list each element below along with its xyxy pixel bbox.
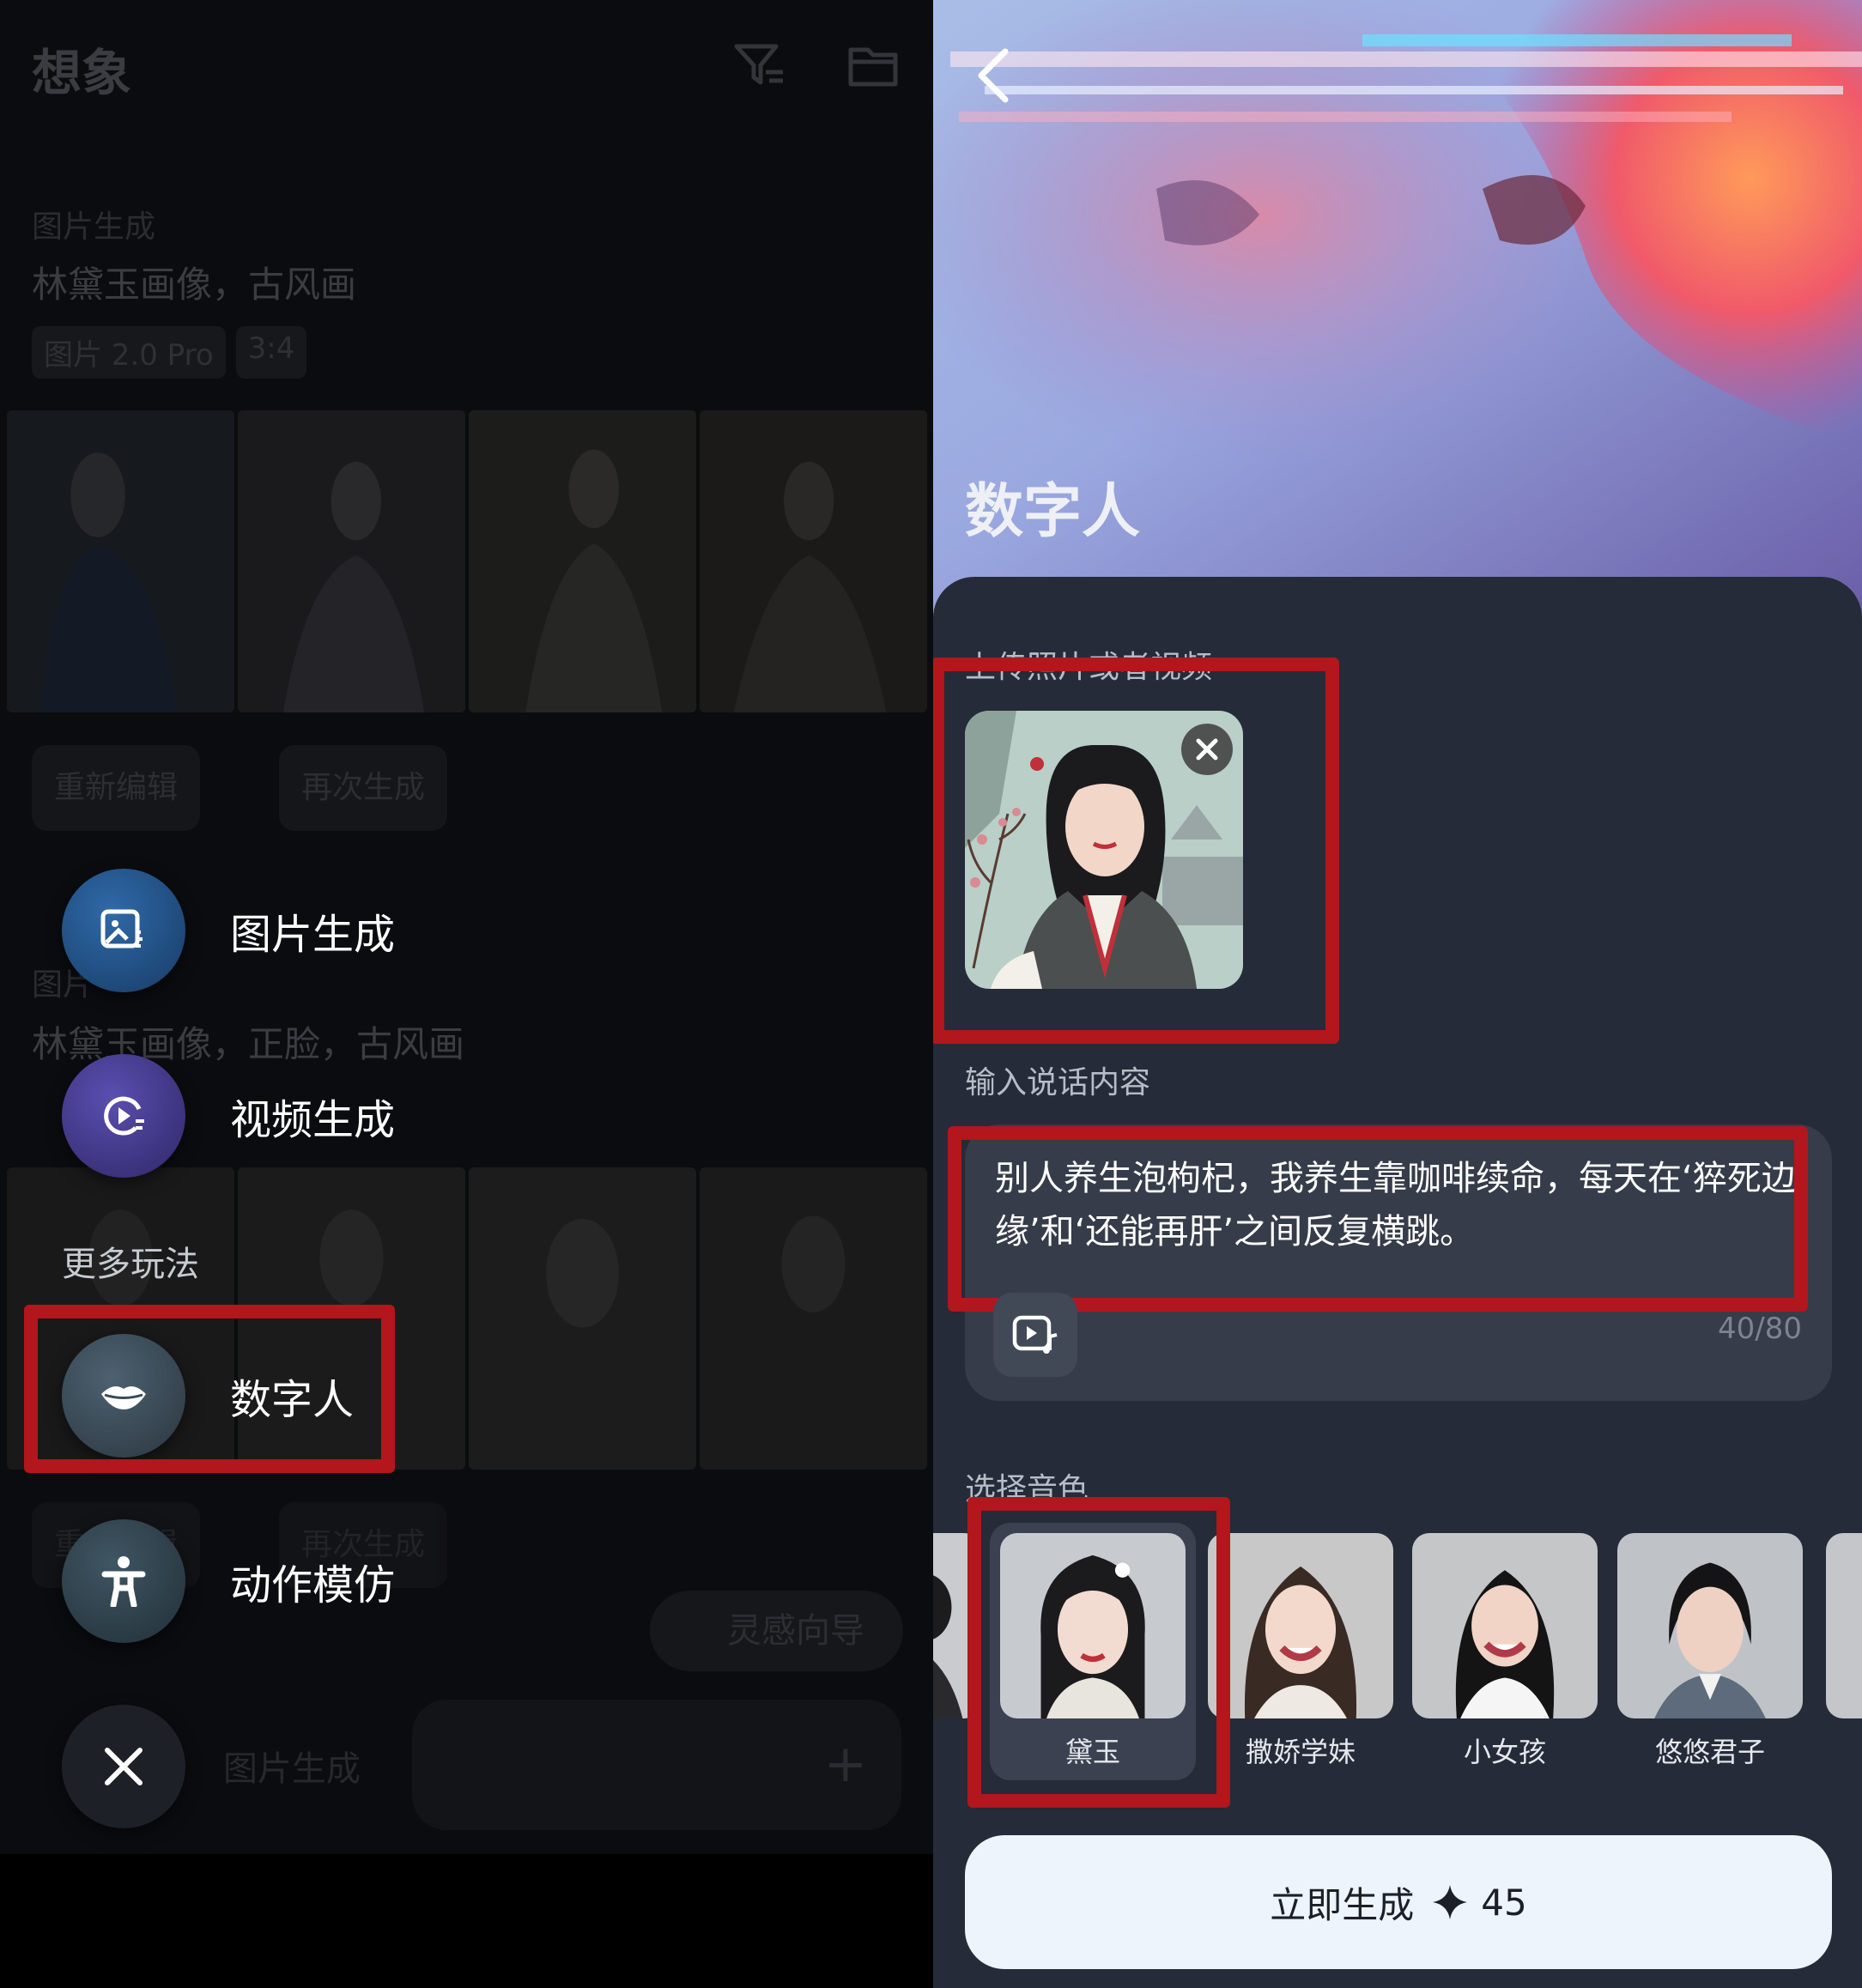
app-title: 想象	[32, 44, 132, 102]
menu-label: 视频生成	[230, 1096, 396, 1144]
result-thumb[interactable]	[700, 410, 927, 712]
plus-icon[interactable]: +	[824, 1734, 867, 1794]
filter-icon[interactable]	[731, 38, 786, 93]
right-panel: 数字人 上传照片或者视频 输入说话内容 别人养生泡枸杞，我养生靠咖啡续命，每天在…	[933, 0, 1862, 1988]
back-arrow-icon[interactable]	[967, 45, 1019, 105]
result-grid	[7, 410, 927, 712]
more-features-label: 更多玩法	[62, 1245, 199, 1284]
menu-label: 动作模仿	[230, 1561, 396, 1609]
speech-label: 输入说话内容	[965, 1065, 1151, 1100]
video-gen-icon	[62, 1054, 185, 1178]
bottom-input-placeholder: 图片生成	[223, 1749, 361, 1789]
voice-option[interactable]	[1826, 1533, 1862, 1718]
bottom-input-bar[interactable]: 图片生成 +	[223, 1700, 901, 1830]
highlight-box	[24, 1305, 395, 1473]
menu-item-motion-mimic[interactable]: 动作模仿	[62, 1519, 395, 1643]
voice-name: 小女孩	[1463, 1736, 1546, 1768]
inspire-guide-button[interactable]: 灵感向导	[650, 1591, 903, 1671]
menu-label: 图片生成	[230, 911, 396, 959]
reedit-button[interactable]: 重新编辑	[32, 745, 201, 831]
regenerate-button[interactable]: 再次生成	[279, 745, 448, 831]
voice-name: 悠悠君子	[1654, 1736, 1765, 1768]
close-menu-button[interactable]	[62, 1705, 185, 1828]
bottom-safe-area	[0, 1854, 933, 1988]
ratio-chip: 3:4	[235, 326, 307, 379]
generate-cost: 45	[1481, 1881, 1527, 1924]
close-icon	[62, 1705, 185, 1828]
result-thumb[interactable]	[700, 1167, 927, 1470]
person-icon	[62, 1519, 185, 1643]
highlight-box	[967, 1497, 1230, 1808]
voice-option[interactable]: 小女孩	[1412, 1533, 1598, 1770]
sparkle-icon	[1433, 1885, 1468, 1919]
task-prompt: 林黛玉画像，古风画	[32, 264, 357, 306]
generate-button[interactable]: 立即生成 45	[965, 1835, 1832, 1969]
result-thumb[interactable]	[238, 410, 465, 712]
voice-option[interactable]: 撒娇学妹	[1208, 1533, 1393, 1770]
highlight-box	[933, 658, 1339, 1044]
video-music-icon	[1012, 1315, 1058, 1354]
image-gen-icon	[62, 869, 185, 992]
result-thumb[interactable]	[469, 410, 696, 712]
menu-item-video-gen[interactable]: 视频生成	[62, 1054, 395, 1178]
model-chip: 图片 2.0 Pro	[32, 326, 226, 379]
highlight-box	[948, 1126, 1808, 1312]
left-panel: 想象 图片生成 林黛玉画像，古风画 图片 2.0 Pro 3:4 重新编辑 再次…	[0, 0, 933, 1988]
folder-icon[interactable]	[846, 38, 901, 93]
page-title: 数字人	[965, 478, 1141, 546]
audio-upload-button[interactable]	[993, 1293, 1077, 1377]
voice-name: 撒娇学妹	[1245, 1736, 1356, 1768]
result-thumb[interactable]	[7, 410, 234, 712]
menu-item-image-gen[interactable]: 图片生成	[62, 869, 395, 992]
task-chips: 图片 2.0 Pro 3:4	[32, 326, 307, 379]
char-counter: 40/80	[1718, 1312, 1802, 1346]
result-thumb[interactable]	[469, 1167, 696, 1470]
dimmed-background: 想象 图片生成 林黛玉画像，古风画 图片 2.0 Pro 3:4 重新编辑 再次…	[0, 0, 933, 1988]
voice-option[interactable]: 悠悠君子	[1617, 1533, 1803, 1770]
task-type-label: 图片生成	[32, 209, 156, 245]
generate-label: 立即生成	[1270, 1883, 1415, 1926]
